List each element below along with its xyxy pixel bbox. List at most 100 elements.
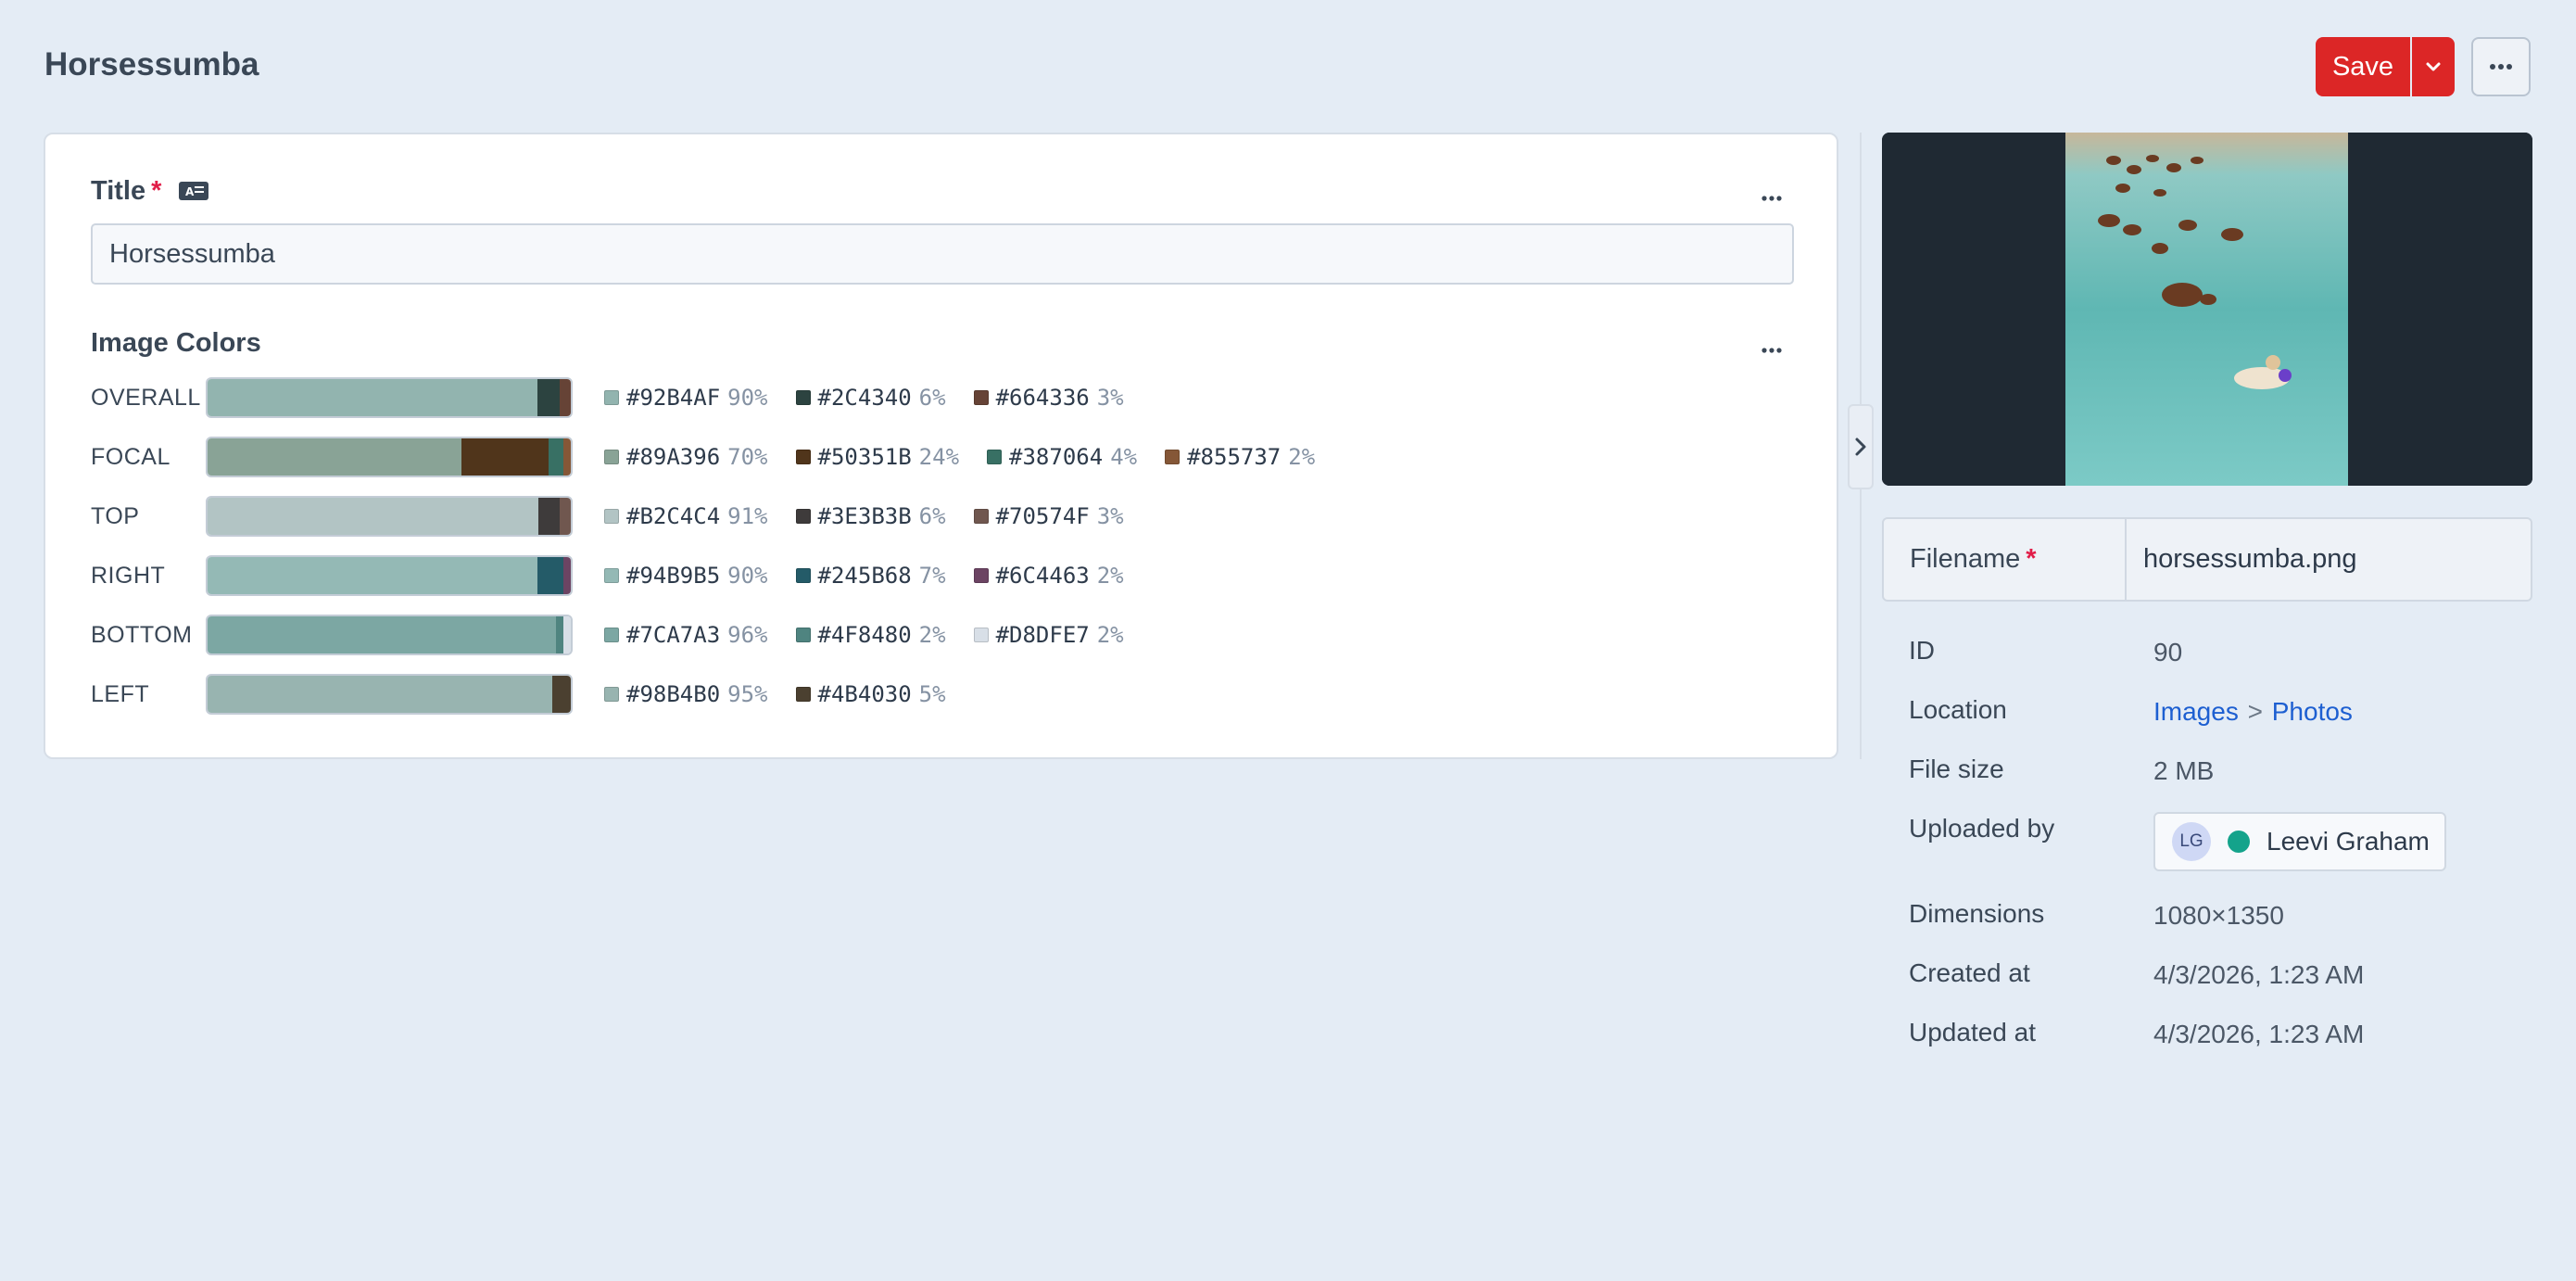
color-hex: #855737 <box>1187 444 1282 470</box>
color-row-label: LEFT <box>91 680 150 707</box>
color-hex: #387064 <box>1009 444 1104 470</box>
color-swatch: #50351B 24% <box>795 444 960 470</box>
color-segment <box>537 498 561 535</box>
color-percent: 96% <box>727 622 768 648</box>
created-at-label: Created at <box>1909 958 2030 987</box>
color-row-top: TOP #B2C4C4 91% #3E3B3B 6% #70574F 3% <box>91 494 1152 539</box>
color-segment <box>461 438 549 476</box>
color-percent: 6% <box>918 385 946 411</box>
avatar: LG <box>2172 822 2211 861</box>
color-swatch: #92B4AF 90% <box>604 385 768 411</box>
uploaded-by-label: Uploaded by <box>1909 814 2055 843</box>
color-swatch: #4F8480 2% <box>795 622 946 648</box>
main-card: Title * A Horsessumba Image Colors OVERAL… <box>44 133 1838 759</box>
id-value: 90 <box>2153 638 2183 666</box>
color-row-focal: FOCAL #89A396 70% #50351B 24% #387064 4% #85573… <box>91 435 1343 479</box>
file-size-value: 2 MB <box>2153 756 2215 785</box>
save-button[interactable]: Save <box>2316 37 2410 96</box>
color-row-overall: OVERALL #92B4AF 90% #2C4340 6% #664336 3% <box>91 375 1152 420</box>
color-chip-icon <box>604 390 619 405</box>
color-segment <box>537 557 564 594</box>
color-chip-icon <box>795 450 811 464</box>
color-row-label: TOP <box>91 502 140 529</box>
color-swatch: #70574F 3% <box>973 503 1124 529</box>
color-chip-icon <box>973 390 989 405</box>
ellipsis-icon <box>1762 348 1782 353</box>
status-dot-icon <box>2228 831 2250 853</box>
save-options-button[interactable] <box>2412 37 2455 96</box>
color-segment <box>560 379 571 416</box>
required-asterisk: * <box>2026 544 2037 574</box>
color-hex: #3E3B3B <box>817 503 912 529</box>
color-chip-icon <box>795 509 811 524</box>
color-hex: #89A396 <box>626 444 721 470</box>
more-actions-button[interactable] <box>2471 37 2531 96</box>
swatch-list: #B2C4C4 91% #3E3B3B 6% #70574F 3% <box>604 503 1152 529</box>
color-chip-icon <box>973 568 989 583</box>
color-chip-icon <box>973 509 989 524</box>
color-percent: 91% <box>727 503 768 529</box>
sidebar-toggle[interactable] <box>1848 404 1874 489</box>
filename-field: Filename * horsessumba.png <box>1882 517 2532 602</box>
color-segment <box>556 616 564 653</box>
color-hex: #6C4463 <box>995 563 1090 589</box>
color-hex: #70574F <box>995 503 1090 529</box>
color-swatch: #D8DFE7 2% <box>973 622 1124 648</box>
color-percent: 2% <box>1096 563 1124 589</box>
breadcrumb-images[interactable]: Images <box>2153 697 2239 726</box>
updated-at-label: Updated at <box>1909 1018 2036 1046</box>
color-percent: 6% <box>918 503 946 529</box>
color-chip-icon <box>795 687 811 702</box>
required-asterisk: * <box>151 176 162 206</box>
swatch-list: #92B4AF 90% #2C4340 6% #664336 3% <box>604 385 1152 411</box>
filename-input[interactable]: horsessumba.png <box>2127 519 2357 600</box>
color-distribution-bar <box>206 437 573 477</box>
color-hex: #D8DFE7 <box>995 622 1090 648</box>
color-row-label: RIGHT <box>91 562 166 589</box>
color-percent: 3% <box>1096 385 1124 411</box>
color-hex: #92B4AF <box>626 385 721 411</box>
color-percent: 4% <box>1110 444 1138 470</box>
color-row-label: OVERALL <box>91 384 201 411</box>
color-hex: #4F8480 <box>817 622 912 648</box>
color-swatch: #387064 4% <box>987 444 1137 470</box>
breadcrumb-photos[interactable]: Photos <box>2272 697 2353 726</box>
location-breadcrumb: Images > Photos <box>2153 697 2353 727</box>
image-colors-menu-button[interactable] <box>1762 341 1782 358</box>
uploader-name: Leevi Graham <box>2267 827 2430 856</box>
color-chip-icon <box>973 628 989 642</box>
color-segment <box>208 557 538 594</box>
title-input[interactable]: Horsessumba <box>91 223 1794 285</box>
dimensions-value: 1080×1350 <box>2153 901 2284 930</box>
color-segment <box>549 438 564 476</box>
color-swatch: #94B9B5 90% <box>604 563 768 589</box>
title-label: Title * A <box>91 176 209 207</box>
color-row-label: FOCAL <box>91 443 170 470</box>
color-segment <box>208 676 553 713</box>
color-chip-icon <box>604 509 619 524</box>
filename-label: Filename * <box>1884 519 2127 600</box>
chevron-right-icon <box>1855 438 1866 456</box>
title-field-menu-button[interactable] <box>1762 189 1782 206</box>
uploader-chip[interactable]: LG Leevi Graham <box>2153 812 2446 871</box>
color-hex: #4B4030 <box>817 681 912 707</box>
color-row-label: BOTTOM <box>91 621 193 648</box>
color-segment <box>563 616 571 653</box>
color-row-left: LEFT #98B4B0 95% #4B4030 5% <box>91 672 974 717</box>
color-chip-icon <box>604 687 619 702</box>
color-chip-icon <box>604 450 619 464</box>
color-percent: 24% <box>918 444 960 470</box>
color-percent: 3% <box>1096 503 1124 529</box>
color-segment <box>208 616 557 653</box>
color-hex: #98B4B0 <box>626 681 721 707</box>
breadcrumb-separator-icon: > <box>2247 697 2263 726</box>
id-label: ID <box>1909 636 1935 665</box>
color-segment <box>552 676 571 713</box>
swatch-list: #94B9B5 90% #245B68 7% #6C4463 2% <box>604 563 1152 589</box>
swatch-list: #98B4B0 95% #4B4030 5% <box>604 681 974 707</box>
color-hex: #2C4340 <box>817 385 912 411</box>
color-hex: #B2C4C4 <box>626 503 721 529</box>
image-thumbnail <box>1882 133 2532 486</box>
color-hex: #7CA7A3 <box>626 622 721 648</box>
color-percent: 90% <box>727 563 768 589</box>
